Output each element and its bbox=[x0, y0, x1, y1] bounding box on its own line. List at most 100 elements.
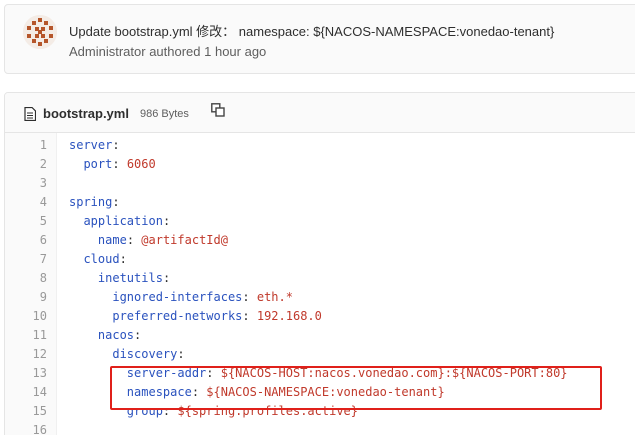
line-source: application: bbox=[69, 212, 170, 231]
line-source: ignored-interfaces: eth.* bbox=[69, 288, 293, 307]
line-number[interactable]: 12 bbox=[5, 345, 47, 364]
yaml-separator: : bbox=[242, 309, 257, 323]
code-line: 16 bbox=[5, 421, 635, 435]
commit-header: Update bootstrap.yml 修改： namespace: ${NA… bbox=[4, 4, 635, 74]
yaml-value: 6060 bbox=[126, 157, 156, 171]
yaml-key: cloud bbox=[83, 252, 120, 266]
file-name: bootstrap.yml bbox=[43, 106, 129, 121]
yaml-separator: : bbox=[177, 347, 185, 361]
line-number[interactable]: 2 bbox=[5, 155, 47, 174]
code-line: 13 server-addr: ${NACOS-HOST:nacos.voned… bbox=[5, 364, 635, 383]
line-source: port: 6060 bbox=[69, 155, 156, 174]
file-header: bootstrap.yml 986 Bytes bbox=[5, 93, 635, 133]
commit-meta: Administrator authored 1 hour ago bbox=[69, 44, 267, 59]
copy-icon[interactable] bbox=[211, 103, 225, 117]
line-source: namespace: ${NACOS-NAMESPACE:vonedao-ten… bbox=[69, 383, 445, 402]
identicon-avatar-icon bbox=[23, 15, 57, 49]
line-number[interactable]: 5 bbox=[5, 212, 47, 231]
yaml-separator: : bbox=[162, 271, 171, 285]
yaml-separator: : bbox=[191, 385, 207, 399]
yaml-separator: : bbox=[134, 328, 142, 342]
code-view[interactable]: 1 server: 2 port: 6060 3 4 spring: 5 applicati… bbox=[5, 133, 635, 435]
code-line: 1 server: bbox=[5, 136, 635, 155]
line-number[interactable]: 1 bbox=[5, 136, 47, 155]
yaml-value: ${NACOS-NAMESPACE:vonedao-tenant} bbox=[206, 385, 445, 399]
yaml-separator: : bbox=[126, 233, 142, 247]
code-line: 2 port: 6060 bbox=[5, 155, 635, 174]
line-number[interactable]: 13 bbox=[5, 364, 47, 383]
line-number[interactable]: 9 bbox=[5, 288, 47, 307]
line-number[interactable]: 11 bbox=[5, 326, 47, 345]
line-source: nacos: bbox=[69, 326, 141, 345]
yaml-key: discovery bbox=[112, 347, 178, 361]
avatar[interactable] bbox=[23, 15, 57, 49]
line-number[interactable]: 14 bbox=[5, 383, 47, 402]
yaml-key: namespace bbox=[126, 385, 192, 399]
yaml-value: 192.168.0 bbox=[256, 309, 322, 323]
code-line: 9 ignored-interfaces: eth.* bbox=[5, 288, 635, 307]
line-number[interactable]: 3 bbox=[5, 174, 47, 193]
line-source bbox=[69, 421, 127, 435]
yaml-value: eth.* bbox=[256, 290, 293, 304]
code-line: 15 group: ${spring.profiles.active} bbox=[5, 402, 635, 421]
code-line: 11 nacos: bbox=[5, 326, 635, 345]
code-line: 10 preferred-networks: 192.168.0 bbox=[5, 307, 635, 326]
yaml-key: server bbox=[69, 138, 113, 152]
code-line: 3 bbox=[5, 174, 635, 193]
line-source: inetutils: bbox=[69, 269, 170, 288]
yaml-key: application bbox=[83, 214, 163, 228]
yaml-separator: : bbox=[242, 290, 257, 304]
line-number[interactable]: 6 bbox=[5, 231, 47, 250]
code-line: 8 inetutils: bbox=[5, 269, 635, 288]
line-number[interactable]: 15 bbox=[5, 402, 47, 421]
yaml-separator: : bbox=[112, 138, 120, 152]
file-size: 986 Bytes bbox=[140, 108, 189, 120]
code-line: 7 cloud: bbox=[5, 250, 635, 269]
yaml-separator: : bbox=[162, 404, 178, 418]
yaml-value: ${NACOS-HOST:nacos.vonedao.com}:${NACOS-… bbox=[220, 366, 568, 380]
file-viewer: bootstrap.yml 986 Bytes 1 server: 2 port: … bbox=[4, 92, 635, 435]
yaml-key: spring bbox=[69, 195, 113, 209]
yaml-separator: : bbox=[162, 214, 171, 228]
code-line: 5 application: bbox=[5, 212, 635, 231]
commit-title[interactable]: Update bootstrap.yml 修改： namespace: ${NA… bbox=[69, 21, 554, 40]
yaml-key: preferred-networks bbox=[112, 309, 243, 323]
yaml-separator: : bbox=[112, 157, 127, 171]
code-line: 12 discovery: bbox=[5, 345, 635, 364]
yaml-value: @artifactId@ bbox=[141, 233, 228, 247]
yaml-key: nacos bbox=[97, 328, 135, 342]
yaml-separator: : bbox=[112, 195, 120, 209]
code-line: 6 name: @artifactId@ bbox=[5, 231, 635, 250]
yaml-key: group bbox=[126, 404, 163, 418]
line-source: cloud: bbox=[69, 250, 127, 269]
code-line: 4 spring: bbox=[5, 193, 635, 212]
yaml-key: port bbox=[83, 157, 113, 171]
line-number[interactable]: 16 bbox=[5, 421, 47, 435]
line-source: name: @artifactId@ bbox=[69, 231, 228, 250]
code-line: 14 namespace: ${NACOS-NAMESPACE:vonedao-… bbox=[5, 383, 635, 402]
line-number[interactable]: 4 bbox=[5, 193, 47, 212]
yaml-separator: : bbox=[119, 252, 127, 266]
line-number[interactable]: 8 bbox=[5, 269, 47, 288]
line-source: server: bbox=[69, 136, 120, 155]
yaml-key: ignored-interfaces bbox=[112, 290, 243, 304]
file-icon bbox=[24, 107, 36, 121]
line-source: server-addr: ${NACOS-HOST:nacos.vonedao.… bbox=[69, 364, 568, 383]
yaml-key: server-addr bbox=[126, 366, 207, 380]
line-number[interactable]: 7 bbox=[5, 250, 47, 269]
line-source: preferred-networks: 192.168.0 bbox=[69, 307, 322, 326]
yaml-value: ${spring.profiles.active} bbox=[177, 404, 358, 418]
line-number[interactable]: 10 bbox=[5, 307, 47, 326]
